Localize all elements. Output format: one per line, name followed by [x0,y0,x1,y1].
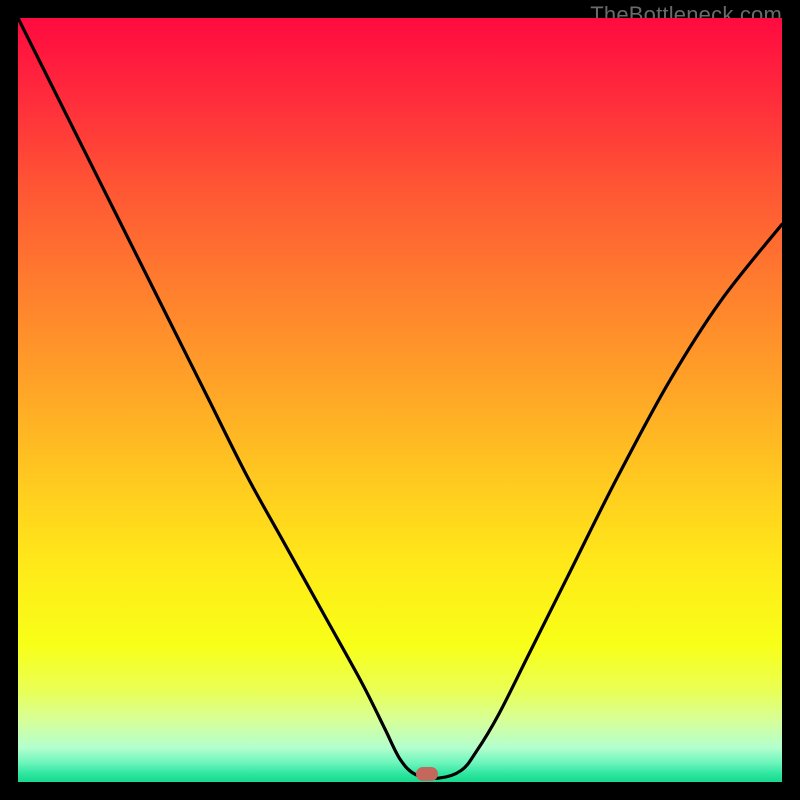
bottleneck-curve [18,18,782,782]
plot-area [18,18,782,782]
chart-frame: TheBottleneck.com [0,0,800,800]
optimum-marker [416,767,438,781]
